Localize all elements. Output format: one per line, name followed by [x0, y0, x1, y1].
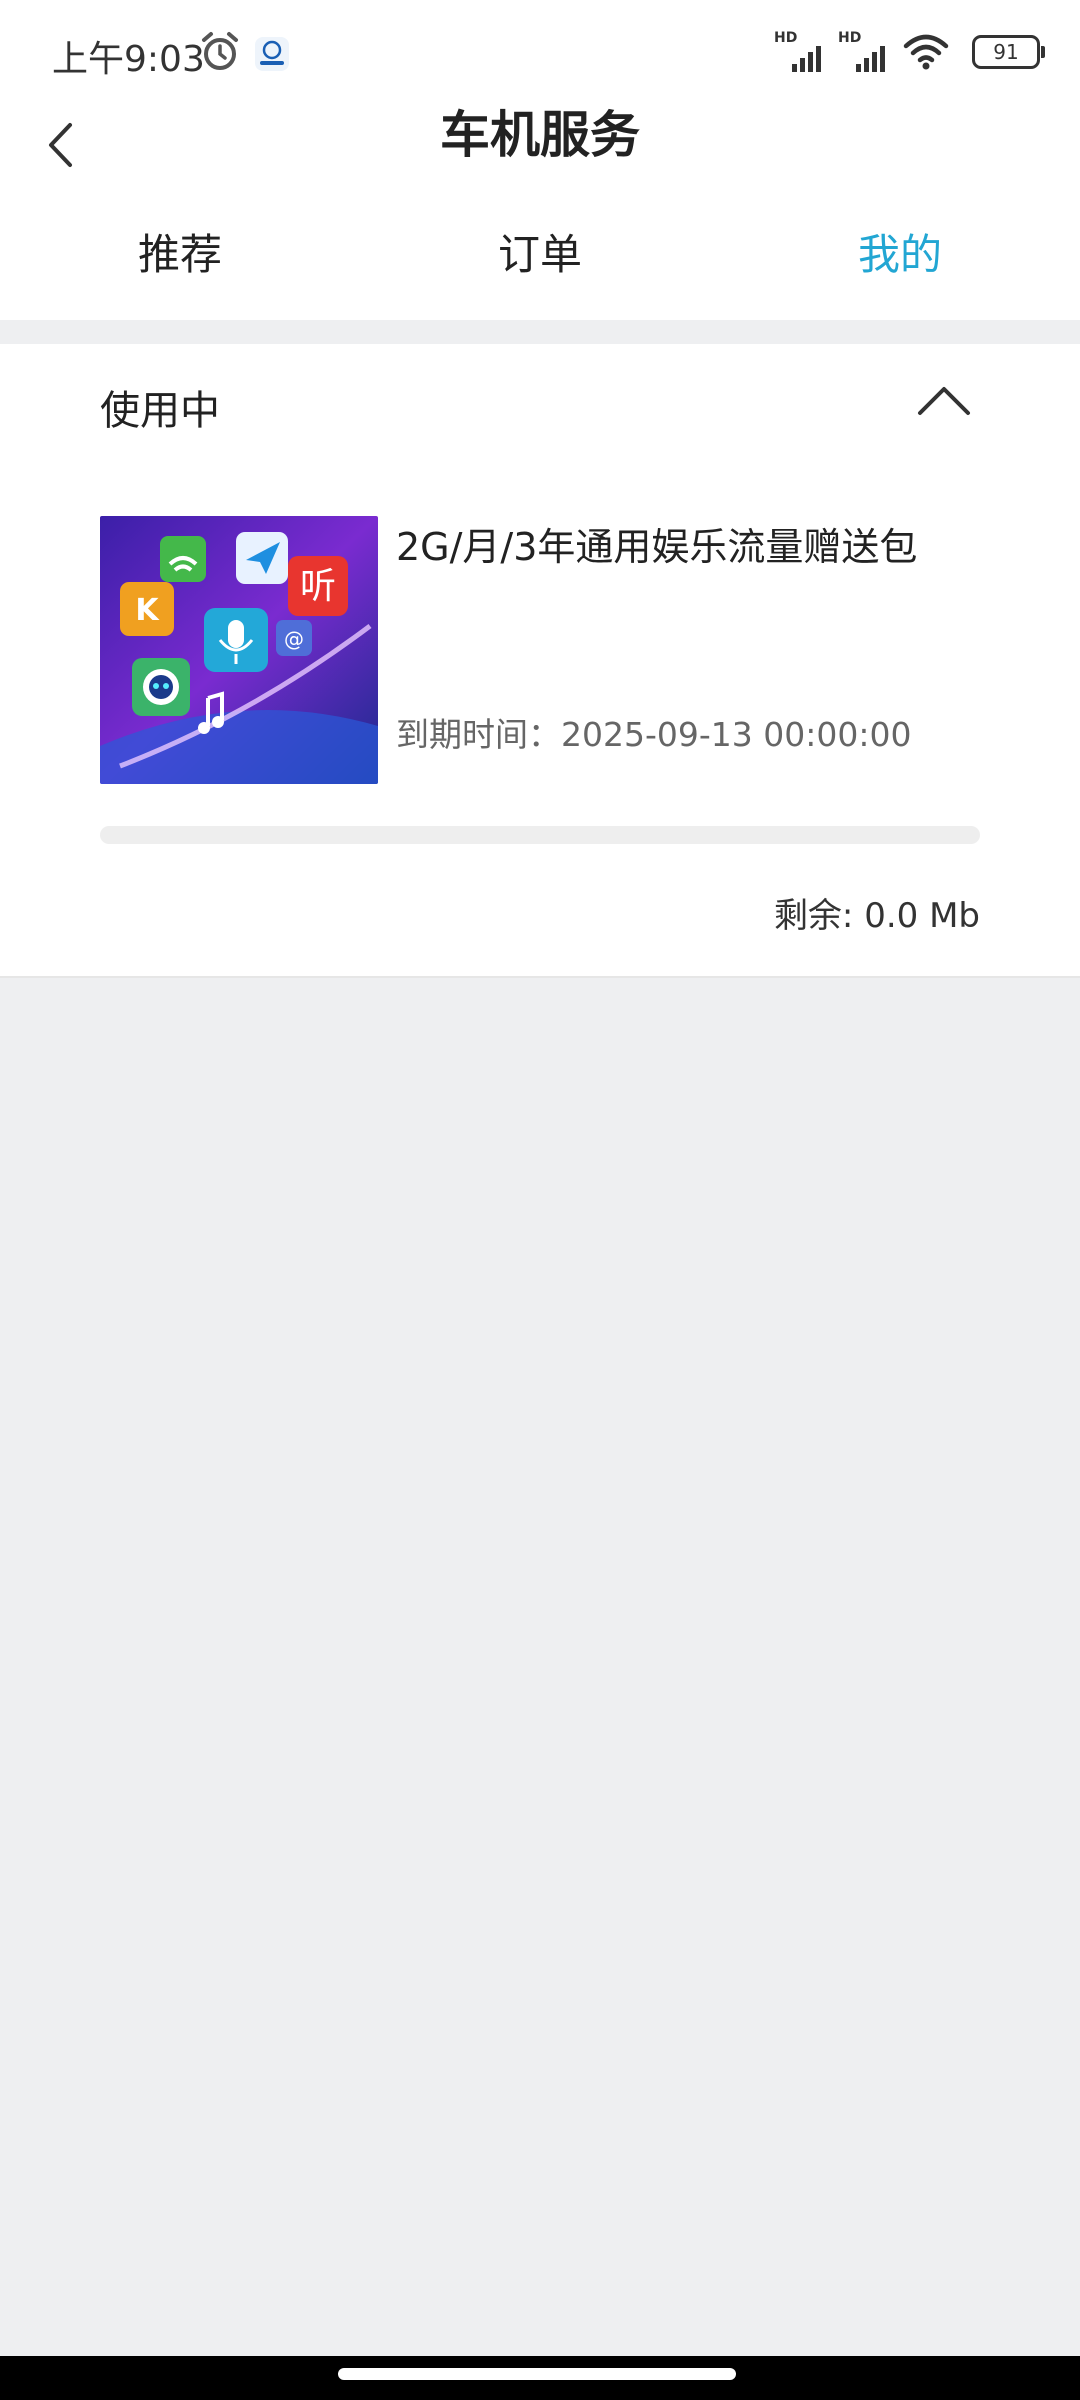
usage-progress-bar	[100, 826, 980, 844]
package-name: 2G/月/3年通用娱乐流量赠送包	[396, 525, 918, 569]
status-bar: 上午9:03 HD HD 91	[0, 0, 1080, 100]
home-indicator[interactable]	[338, 2368, 736, 2380]
svg-text:@: @	[284, 627, 304, 651]
cellular-signal-icon-2: HD	[838, 30, 890, 72]
chevron-up-icon	[918, 387, 970, 415]
app-header: 车机服务 推荐 订单 我的	[0, 100, 1080, 320]
wifi-icon	[903, 34, 949, 70]
expiry-time: 到期时间：2025-09-13 00:00:00	[396, 715, 912, 754]
tab-recommend[interactable]: 推荐	[80, 200, 280, 310]
tab-mine[interactable]: 我的	[800, 200, 1000, 310]
in-use-section: 使用中 听 K @ 2G/月/3年通用娱乐流量赠送包 到期时间：2025-09-…	[0, 344, 1080, 978]
page-title: 车机服务	[440, 106, 640, 164]
battery-indicator: 91	[972, 35, 1045, 69]
collapse-button[interactable]	[912, 370, 976, 430]
cellular-signal-icon: HD	[774, 30, 826, 72]
status-time: 上午9:03	[52, 39, 205, 80]
tab-bar: 推荐 订单 我的	[0, 200, 1080, 310]
remaining-data: 剩余: 0.0 Mb	[773, 896, 980, 936]
package-thumbnail[interactable]: 听 K @	[100, 516, 378, 784]
alarm-icon	[202, 32, 238, 70]
entertainment-apps-illustration: 听 K @	[100, 516, 378, 784]
app-notification-icon	[255, 37, 289, 71]
tab-orders[interactable]: 订单	[440, 200, 640, 310]
svg-text:K: K	[135, 593, 160, 628]
system-nav-bar	[0, 2356, 1080, 2400]
section-title: 使用中	[100, 388, 220, 434]
svg-text:听: 听	[300, 566, 336, 607]
